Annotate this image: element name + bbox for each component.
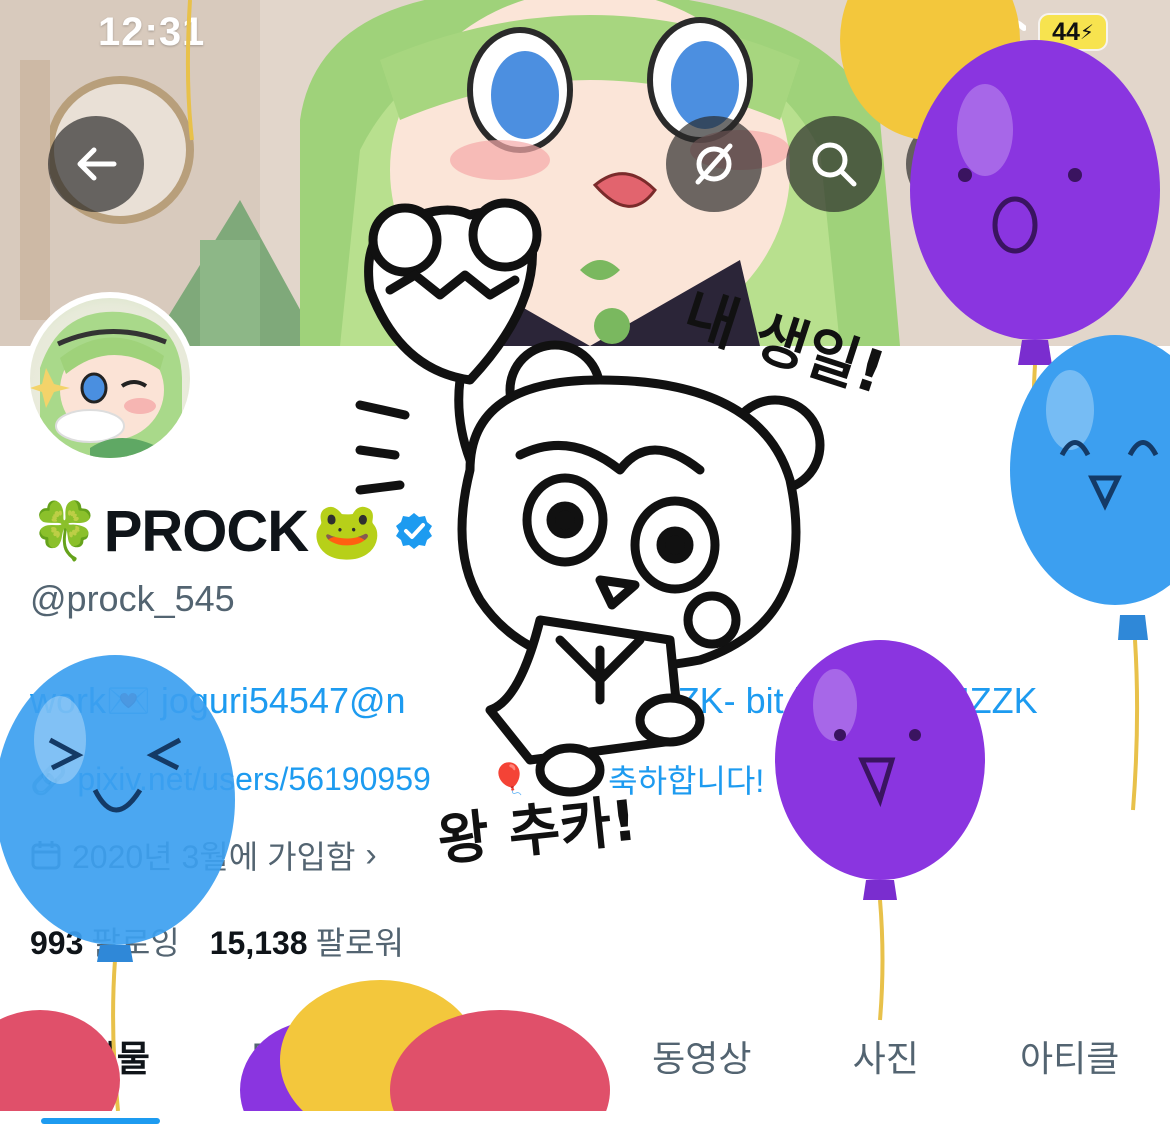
search-icon [812, 142, 857, 187]
frog-emoji: 🐸 [312, 499, 382, 562]
following-count: 993 [30, 925, 84, 961]
battery-indicator: 44 ⚡ [1040, 15, 1106, 49]
signal-icon [905, 18, 956, 48]
bio-chzzk-link[interactable]: ZZK- bit.ly/prockCHZZK [656, 680, 1038, 721]
battery-level: 44 [1052, 17, 1080, 46]
back-button[interactable] [48, 116, 144, 212]
profile-joined-row[interactable]: 2020년 3월에 가입함 › [30, 832, 377, 878]
tab-videos[interactable]: 동영상 [642, 1010, 761, 1102]
avatar-art [30, 311, 182, 458]
profile-bio: work💌 joguri54547@n ZZK- bit.ly/prockCHZ… [30, 680, 1038, 722]
profile-meta-links: 🔗 pixiv.net/users/56190959 🎈 축하합니다! [30, 756, 764, 802]
tab-highlights[interactable]: 하이라이트 [375, 1010, 561, 1102]
followers-count: 15,138 [209, 925, 308, 961]
followers-stat[interactable]: 15,138 팔로워 [210, 918, 404, 964]
share-button[interactable] [1026, 116, 1122, 212]
tab-photos[interactable]: 사진 [843, 1010, 929, 1102]
verified-badge-icon[interactable] [394, 511, 434, 551]
tab-posts[interactable]: 게시물 [40, 1010, 161, 1124]
share-icon [1058, 145, 1090, 182]
profile-name-row: 🍀 PROCK 🐸 [30, 496, 434, 566]
profile-banner: 12:31 44 ⚡ [0, 0, 1170, 346]
following-label: 팔로잉 [91, 925, 180, 961]
link-icon: 🔗 [30, 762, 68, 796]
followers-label: 팔로워 [315, 925, 404, 961]
balloon-blue-right [1010, 335, 1170, 640]
website-link[interactable]: pixiv.net/users/56190959 [77, 761, 430, 798]
grok-icon [695, 143, 733, 185]
birthday-text[interactable]: 축하합니다! [608, 756, 764, 802]
status-bar: 12:31 44 ⚡ [0, 0, 1170, 70]
clover-emoji: 🍀 [30, 499, 100, 562]
calendar-icon [31, 841, 61, 870]
bell-icon [940, 147, 968, 182]
arrow-left-icon [77, 147, 117, 181]
notification-bell-button[interactable] [906, 116, 1002, 212]
chevron-right-icon: › [365, 835, 377, 874]
balloon-purple-mid [775, 640, 985, 900]
search-button[interactable] [786, 116, 882, 212]
wifi-icon [980, 16, 1026, 50]
tab-articles[interactable]: 아티클 [1010, 1010, 1129, 1102]
following-stat[interactable]: 993 팔로잉 [30, 918, 180, 964]
profile-tabs: 게시물 답 하이라이트 동영상 사진 아티클 [0, 1000, 1170, 1124]
avatar-image [30, 298, 190, 458]
joined-date: 2020년 3월에 가입함 [72, 839, 356, 875]
profile-avatar[interactable] [24, 292, 196, 464]
bio-email[interactable]: work💌 joguri54547@n [30, 680, 406, 721]
grok-button[interactable] [666, 116, 762, 212]
status-time: 12:31 [98, 10, 206, 54]
tab-replies[interactable]: 답 [241, 1010, 294, 1102]
follow-stats: 993 팔로잉 15,138 팔로워 [30, 918, 404, 964]
birthday-icon: 🎈 [490, 762, 529, 796]
display-name: PROCK [103, 498, 309, 564]
profile-handle: @prock_545 [30, 578, 235, 619]
charging-icon: ⚡ [1079, 21, 1094, 44]
